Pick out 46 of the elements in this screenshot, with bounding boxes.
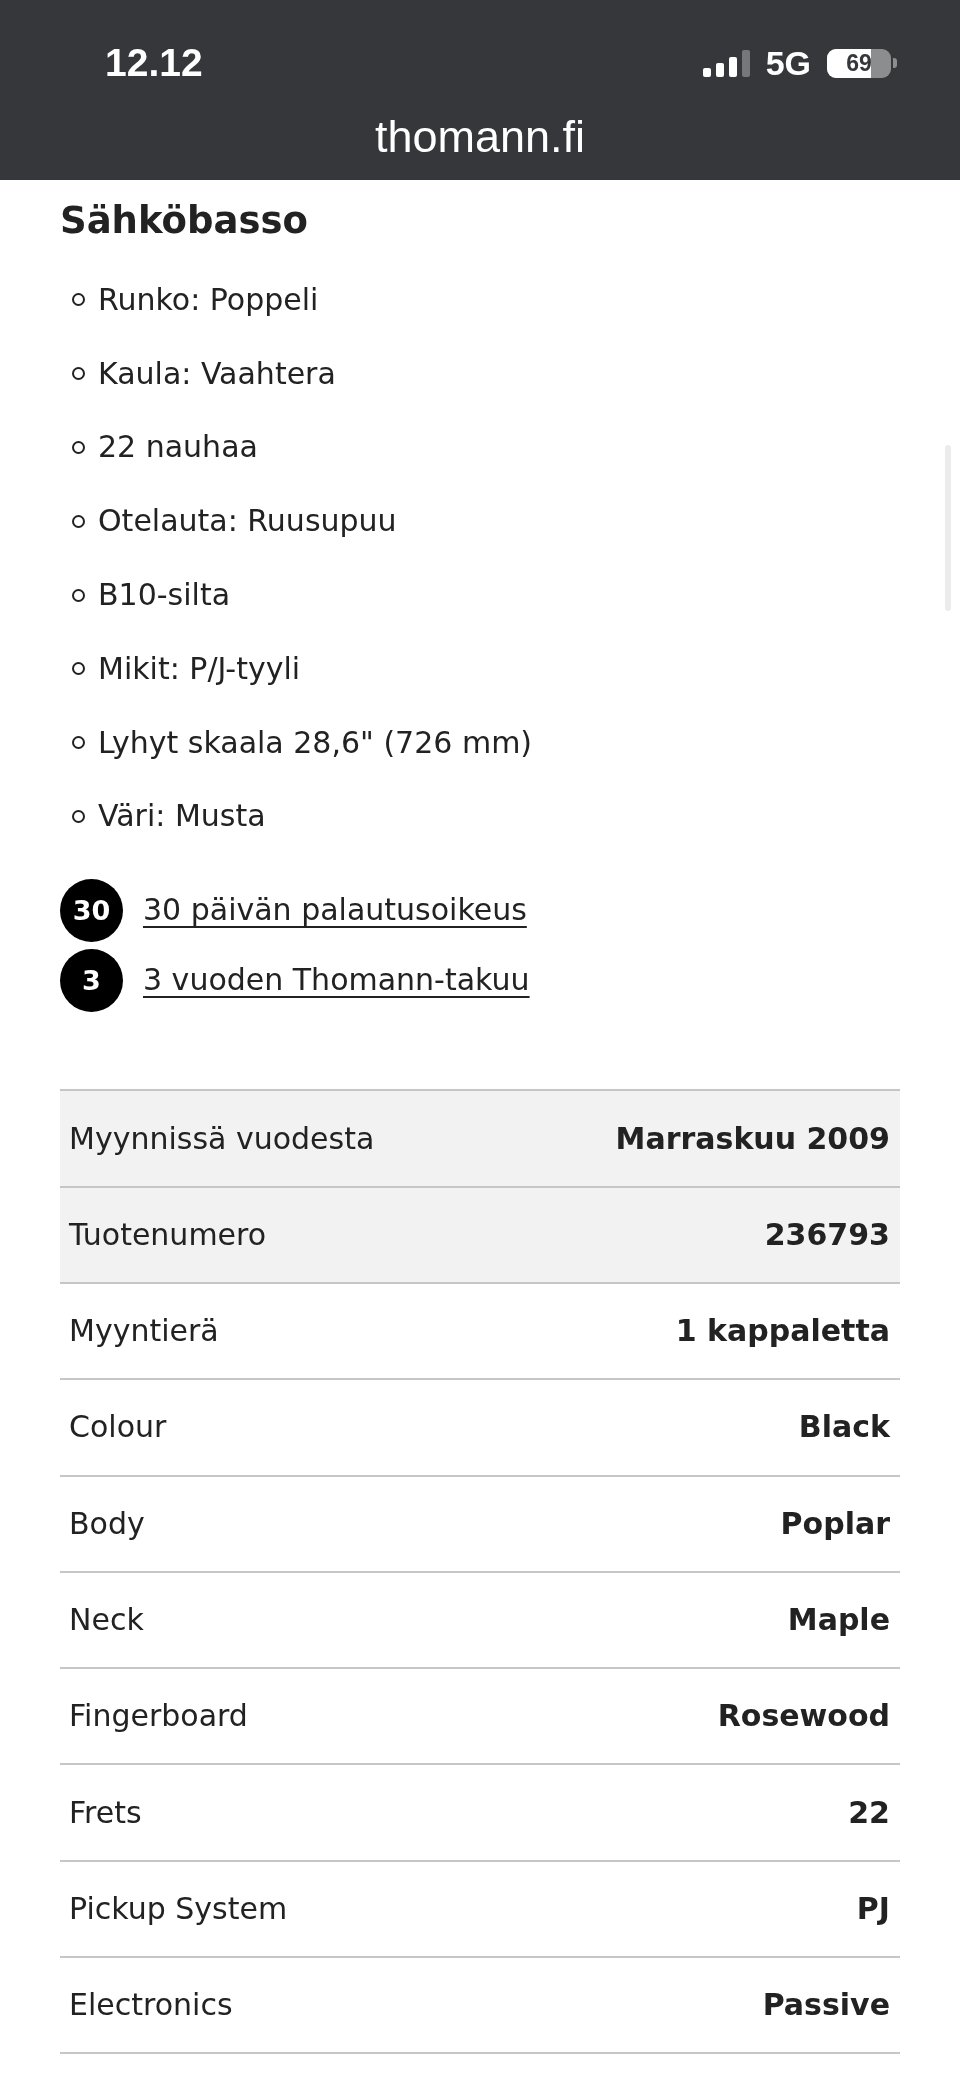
spec-value: 22 (848, 1793, 890, 1832)
feature-text: B10-silta (98, 576, 231, 615)
spec-value: Maple (787, 1601, 890, 1639)
spec-value: 1 kappaletta (675, 1312, 890, 1351)
spec-value: Poplar (780, 1504, 890, 1543)
bullet-icon (72, 662, 85, 676)
spec-label: Body (69, 1504, 145, 1543)
feature-text: Lyhyt skaala 28,6" (726 mm) (98, 723, 533, 762)
spec-value: Passive (762, 1986, 890, 2025)
signal-icon (702, 49, 750, 77)
address-text[interactable]: thomann.fi (374, 112, 586, 162)
spec-label: Myyntierä (69, 1312, 219, 1351)
bullet-icon (72, 809, 85, 823)
spec-label: Neck (69, 1601, 144, 1639)
section-heading: Sähköbasso (60, 199, 308, 243)
spec-value: 236793 (764, 1215, 890, 1254)
feature-text: Runko: Poppeli (98, 280, 319, 319)
guarantee-link[interactable]: 30 päivän palautusoikeus (143, 890, 527, 931)
spec-label: Frets (69, 1793, 142, 1832)
feature-text: Mikit: P/J-tyyli (98, 649, 301, 688)
spec-label: Pickup System (69, 1889, 288, 1928)
feature-text: Otelauta: Ruusupuu (98, 502, 397, 541)
number-badge: 3 (60, 948, 123, 1012)
spec-label: Myynnissä vuodesta (69, 1119, 375, 1158)
network-label: 5G (765, 43, 811, 83)
feature-text: 22 nauhaa (98, 428, 258, 467)
bullet-icon (72, 514, 85, 528)
bullet-icon (72, 441, 85, 454)
spec-label: Electronics (69, 1986, 233, 2025)
feature-text: Kaula: Vaahtera (98, 354, 336, 393)
spec-value: Black (798, 1408, 890, 1447)
spec-label: Fingerboard (69, 1697, 248, 1736)
bullet-icon (72, 293, 85, 307)
number-badge: 30 (60, 878, 123, 942)
status-time: 12.12 (105, 40, 203, 86)
spec-label: Tuotenumero (69, 1215, 267, 1254)
guarantee-link[interactable]: 3 vuoden Thomann-takuu (143, 960, 530, 1001)
feature-text: Väri: Musta (98, 797, 266, 836)
bullet-icon (72, 367, 85, 381)
spec-value: Rosewood (717, 1697, 890, 1736)
spec-label: Colour (69, 1408, 167, 1447)
bullet-icon (72, 588, 85, 602)
battery-percentage: 69 (846, 50, 872, 76)
spec-value: Marraskuu 2009 (615, 1119, 890, 1158)
spec-value: PJ (856, 1889, 890, 1928)
bullet-icon (72, 736, 85, 750)
